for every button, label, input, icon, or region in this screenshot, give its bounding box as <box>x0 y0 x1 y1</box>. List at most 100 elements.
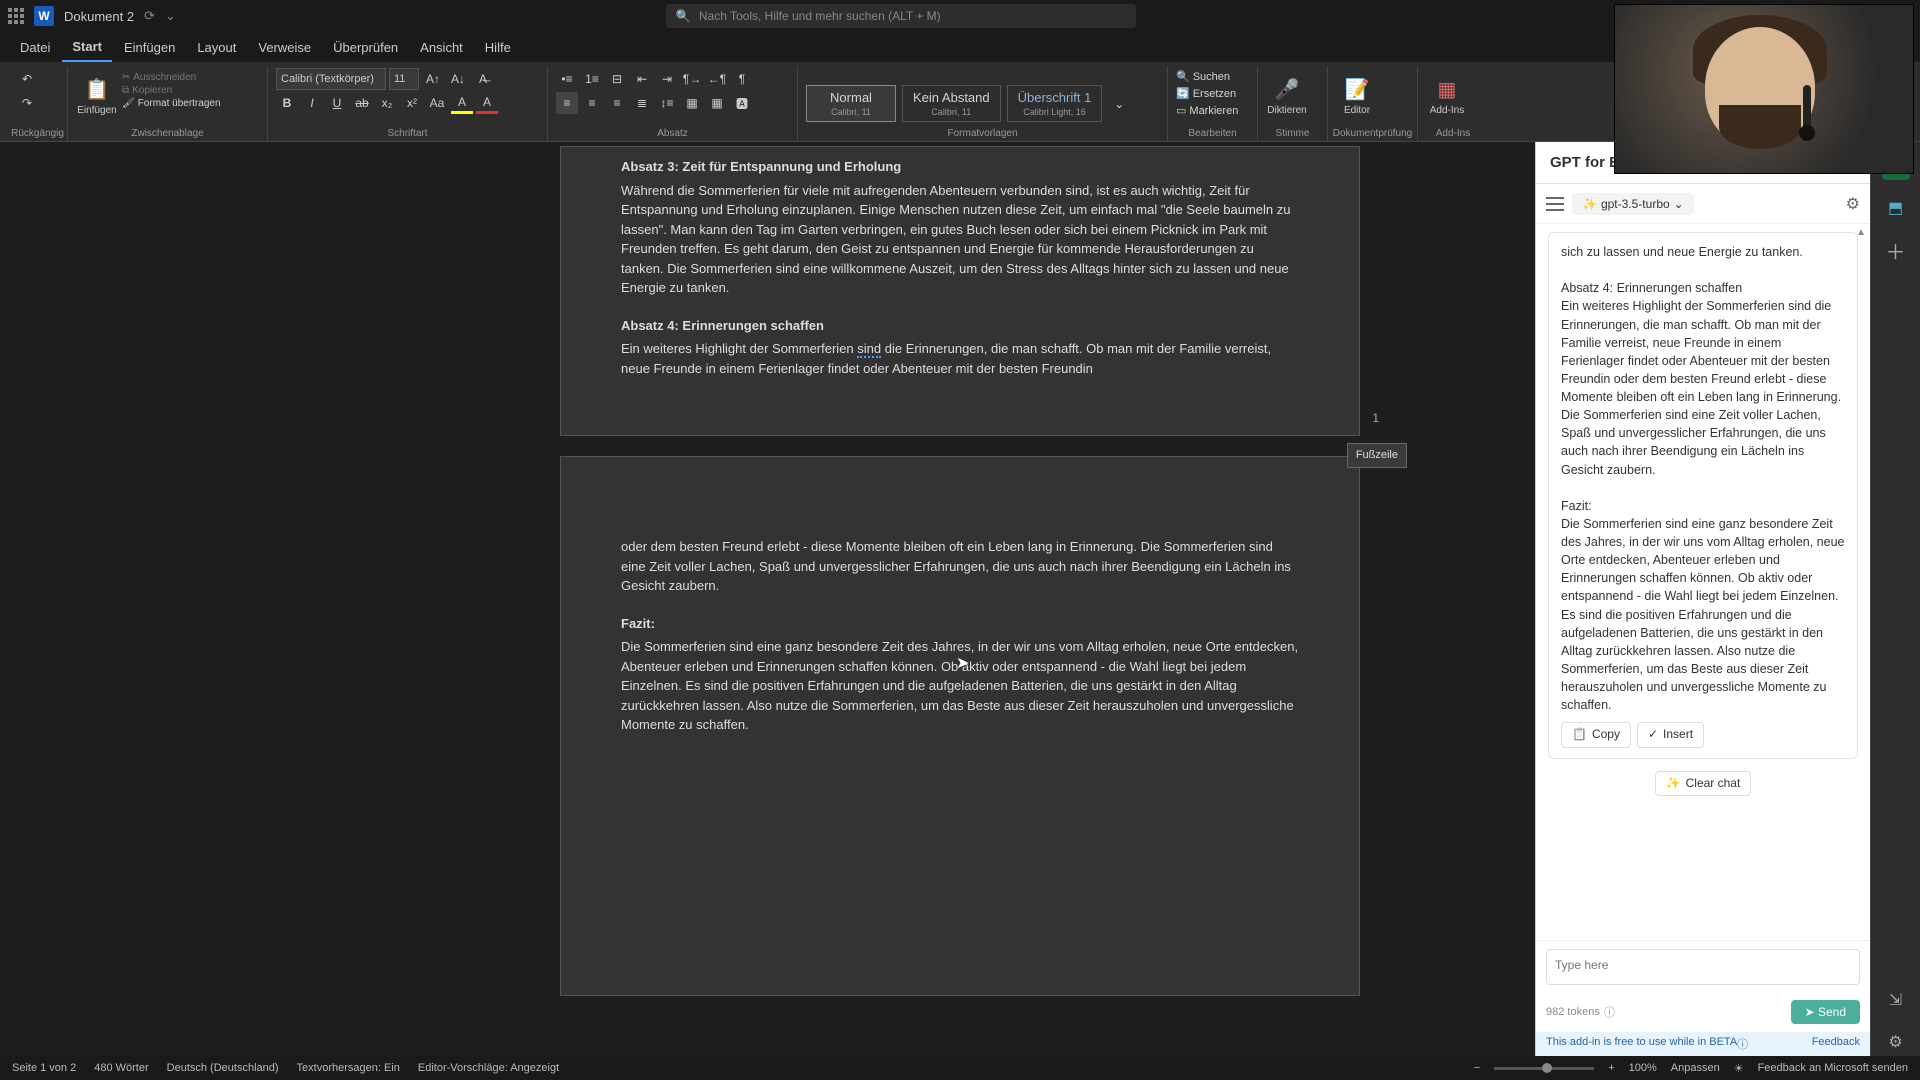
replace-button[interactable]: 🔄 Ersetzen <box>1176 87 1236 100</box>
show-marks-button[interactable]: ¶ <box>731 68 753 90</box>
send-button[interactable]: ➤ Send <box>1791 1000 1860 1024</box>
superscript-button[interactable]: x² <box>401 92 423 114</box>
copy-button[interactable]: ⧉ Kopieren <box>122 85 221 96</box>
tab-hilfe[interactable]: Hilfe <box>475 34 521 61</box>
borders-button[interactable]: ▦ <box>706 92 728 114</box>
bullets-button[interactable]: •≡ <box>556 68 578 90</box>
settings-strip-icon[interactable]: ⚙ <box>1882 1028 1910 1056</box>
rtl-button[interactable]: ←¶ <box>706 68 728 90</box>
document-name[interactable]: Dokument 2 <box>64 9 134 24</box>
sort-button[interactable]: 🅰 <box>731 92 753 114</box>
fit-button[interactable]: Anpassen <box>1671 1062 1720 1074</box>
scroll-up-icon[interactable]: ▲ <box>1856 226 1866 241</box>
numbering-button[interactable]: 1≡ <box>581 68 603 90</box>
tab-datei[interactable]: Datei <box>10 34 60 61</box>
zoom-out-icon[interactable]: − <box>1474 1062 1480 1074</box>
feedback-status[interactable]: Feedback an Microsoft senden <box>1758 1062 1908 1074</box>
tab-start[interactable]: Start <box>62 33 112 62</box>
tab-verweise[interactable]: Verweise <box>248 34 321 61</box>
model-select[interactable]: ✨ gpt-3.5-turbo ⌄ <box>1572 193 1694 215</box>
page-1[interactable]: Absatz 3: Zeit für Entspannung und Erhol… <box>560 146 1360 436</box>
subscript-button[interactable]: x₂ <box>376 92 398 114</box>
undo-button[interactable]: ↶ <box>16 68 38 90</box>
strikethrough-button[interactable]: ab <box>351 92 373 114</box>
increase-indent-button[interactable]: ⇥ <box>656 68 678 90</box>
redo-button[interactable]: ↷ <box>16 92 38 114</box>
style-no-spacing[interactable]: Kein AbstandCalibri, 11 <box>902 85 1001 122</box>
beta-info-icon[interactable]: ⓘ <box>1737 1036 1748 1052</box>
format-painter-button[interactable]: 🖌 Format übertragen <box>122 98 221 109</box>
editor-button[interactable]: 📝Editor <box>1336 68 1378 124</box>
dictate-button[interactable]: 🎤Diktieren <box>1266 68 1308 124</box>
chat-h4: Absatz 4: Erinnerungen schaffen <box>1561 279 1845 297</box>
addin-icon-2[interactable]: ⬒ <box>1882 194 1910 222</box>
feedback-link[interactable]: Feedback <box>1812 1036 1860 1052</box>
token-count: 982 tokens <box>1546 1006 1600 1018</box>
status-editor[interactable]: Editor-Vorschläge: Angezeigt <box>418 1062 559 1074</box>
multilevel-button[interactable]: ⊟ <box>606 68 628 90</box>
copy-button[interactable]: 📋 Copy <box>1561 722 1631 747</box>
font-family-select[interactable] <box>276 68 386 90</box>
select-button[interactable]: ▭ Markieren <box>1176 104 1238 117</box>
shading-button[interactable]: ▦ <box>681 92 703 114</box>
clear-chat-button[interactable]: ✨ Clear chat <box>1655 771 1752 796</box>
save-status-icon[interactable]: ⟳ <box>144 8 155 24</box>
cut-button[interactable]: ✂ Ausschneiden <box>122 72 221 83</box>
change-case-button[interactable]: Aa <box>426 92 448 114</box>
align-left-button[interactable]: ≡ <box>556 92 578 114</box>
justify-button[interactable]: ≣ <box>631 92 653 114</box>
styles-label: Formatvorlagen <box>798 128 1167 139</box>
paragraph-3: Während die Sommerferien für viele mit a… <box>621 181 1299 298</box>
status-words[interactable]: 480 Wörter <box>94 1062 148 1074</box>
chat-input[interactable] <box>1546 949 1860 985</box>
shrink-font-icon[interactable]: A↓ <box>447 68 469 90</box>
zoom-slider[interactable] <box>1494 1067 1594 1070</box>
status-language[interactable]: Deutsch (Deutschland) <box>167 1062 279 1074</box>
line-spacing-button[interactable]: ↕≡ <box>656 92 678 114</box>
status-page[interactable]: Seite 1 von 2 <box>12 1062 76 1074</box>
page-2[interactable]: Fußzeile oder dem besten Freund erlebt -… <box>560 456 1360 996</box>
add-addin-icon[interactable]: ＋ <box>1882 236 1910 264</box>
find-button[interactable]: 🔍 Suchen <box>1176 70 1230 83</box>
align-center-button[interactable]: ≡ <box>581 92 603 114</box>
decrease-indent-button[interactable]: ⇤ <box>631 68 653 90</box>
info-icon[interactable]: ⓘ <box>1604 1004 1615 1020</box>
collapse-icon[interactable]: ⇲ <box>1882 986 1910 1014</box>
edit-label: Bearbeiten <box>1168 128 1257 139</box>
clear-formatting-icon[interactable]: A̶ <box>472 68 494 90</box>
highlight-button[interactable]: A <box>451 92 473 114</box>
tab-ansicht[interactable]: Ansicht <box>410 34 473 61</box>
status-predictions[interactable]: Textvorhersagen: Ein <box>297 1062 400 1074</box>
paragraph-4c: oder dem besten Freund erlebt - diese Mo… <box>621 537 1299 596</box>
font-color-button[interactable]: A <box>476 92 498 114</box>
zoom-in-icon[interactable]: + <box>1608 1062 1614 1074</box>
footer-tag[interactable]: Fußzeile <box>1347 443 1407 468</box>
paste-button[interactable]: 📋Einfügen <box>76 68 118 124</box>
brightness-icon[interactable]: ☀ <box>1734 1062 1744 1075</box>
align-right-button[interactable]: ≡ <box>606 92 628 114</box>
style-normal[interactable]: NormalCalibri, 11 <box>806 85 896 122</box>
font-size-select[interactable] <box>389 68 419 90</box>
addins-button[interactable]: ▦Add-Ins <box>1426 68 1468 124</box>
bold-button[interactable]: B <box>276 92 298 114</box>
insert-button[interactable]: ✓ Insert <box>1637 722 1704 747</box>
tab-ueberpruefen[interactable]: Überprüfen <box>323 34 408 61</box>
grow-font-icon[interactable]: A↑ <box>422 68 444 90</box>
italic-button[interactable]: I <box>301 92 323 114</box>
styles-more-icon[interactable]: ⌄ <box>1108 93 1130 115</box>
search-input[interactable]: 🔍 Nach Tools, Hilfe und mehr suchen (ALT… <box>666 4 1136 28</box>
chevron-down-icon[interactable]: ⌄ <box>165 8 176 24</box>
tab-layout[interactable]: Layout <box>187 34 246 61</box>
ltr-button[interactable]: ¶→ <box>681 68 703 90</box>
tab-einfuegen[interactable]: Einfügen <box>114 34 185 61</box>
search-placeholder: Nach Tools, Hilfe und mehr suchen (ALT +… <box>699 9 941 23</box>
style-heading1[interactable]: Überschrift 1Calibri Light, 16 <box>1007 85 1103 122</box>
gear-icon[interactable]: ⚙ <box>1846 194 1860 214</box>
app-launcher-icon[interactable] <box>8 8 24 24</box>
zoom-value[interactable]: 100% <box>1629 1062 1657 1074</box>
chat-body[interactable]: ▲ sich zu lassen und neue Energie zu tan… <box>1536 224 1870 940</box>
chat-body5: Die Sommerferien sind eine ganz besonder… <box>1561 515 1845 714</box>
underline-button[interactable]: U <box>326 92 348 114</box>
grammar-flag[interactable]: sind <box>857 341 881 358</box>
menu-icon[interactable] <box>1546 197 1564 211</box>
